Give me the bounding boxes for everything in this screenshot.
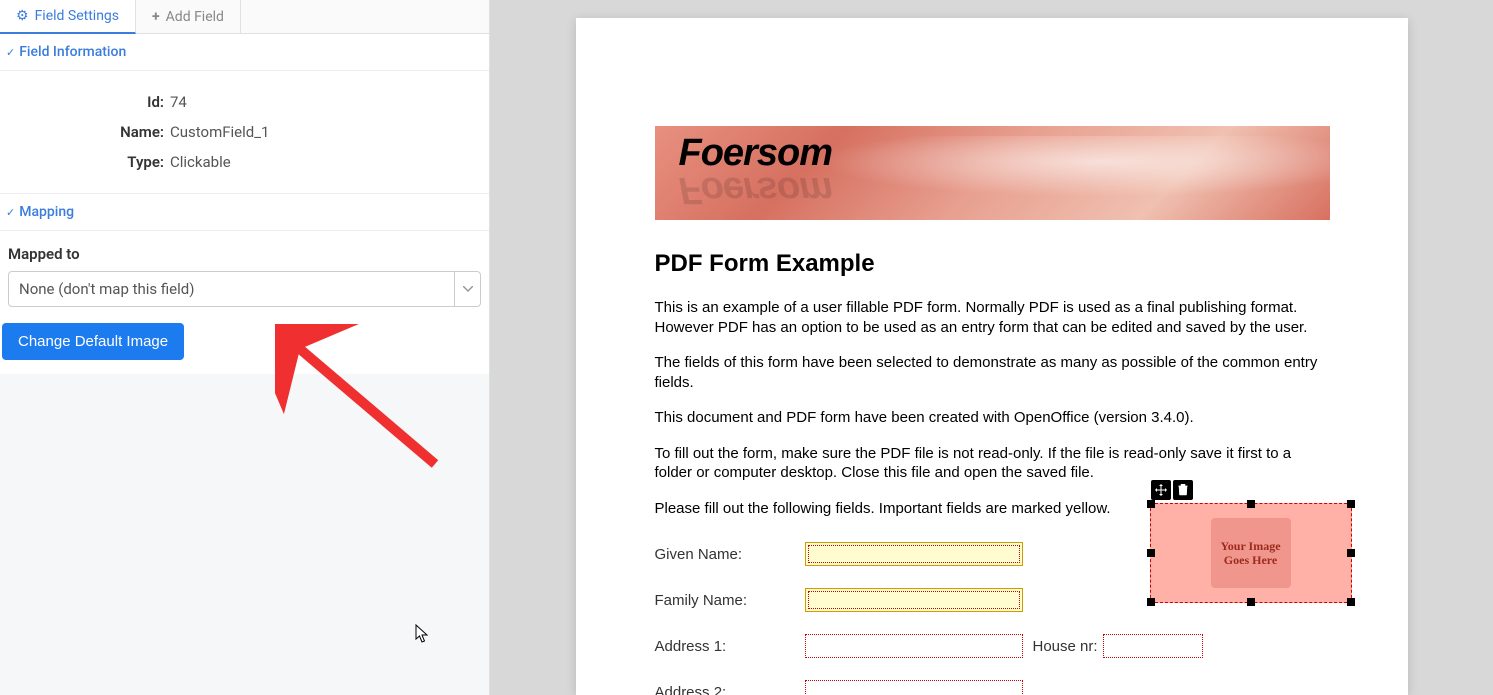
gear-icon [16, 8, 29, 24]
form-label-family-name: Family Name: [655, 592, 805, 609]
pdf-content: PDF Form Example This is an example of a… [576, 220, 1408, 695]
plus-icon [152, 9, 160, 25]
mapping-body: Mapped to None (don't map this field) Ch… [0, 231, 489, 374]
section-header-mapping[interactable]: Mapping [0, 194, 489, 231]
type-label: Type: [20, 153, 170, 171]
address1-field[interactable] [805, 634, 1023, 658]
mapped-to-label: Mapped to [8, 245, 481, 263]
tab-field-settings[interactable]: Field Settings [0, 0, 136, 34]
pdf-paragraph: This is an example of a user fillable PD… [655, 298, 1329, 337]
check-icon [6, 44, 15, 60]
banner-logo: Foersom [679, 132, 832, 175]
sidebar-empty-area [0, 374, 489, 695]
pdf-title: PDF Form Example [655, 250, 1329, 278]
given-name-field[interactable] [805, 542, 1023, 566]
tab-label: Field Settings [35, 8, 119, 24]
placeholder-text-line1: Your Image [1220, 539, 1280, 553]
form-label-address2: Address 2: [655, 684, 805, 695]
form-label-address1: Address 1: [655, 638, 805, 655]
tabs: Field Settings Add Field [0, 0, 489, 34]
family-name-field[interactable] [805, 588, 1023, 612]
delete-button[interactable] [1173, 480, 1193, 500]
name-label: Name: [20, 123, 170, 141]
check-icon [6, 204, 15, 220]
house-nr-field[interactable] [1103, 634, 1203, 658]
move-button[interactable] [1151, 480, 1171, 500]
cursor-icon [415, 624, 431, 649]
field-info-body: Id: 74 Name: CustomField_1 Type: Clickab… [0, 71, 489, 194]
form-label-given-name: Given Name: [655, 546, 805, 563]
pdf-page: Foersom Foersom PDF Form Example This is… [576, 18, 1408, 695]
select-value[interactable]: None (don't map this field) [8, 271, 481, 307]
sidebar: Field Settings Add Field Field Informati… [0, 0, 490, 695]
pdf-banner: Foersom Foersom [655, 126, 1330, 220]
mapped-to-select[interactable]: None (don't map this field) [8, 271, 481, 307]
change-default-image-button[interactable]: Change Default Image [2, 323, 184, 360]
form-label-house-nr: House nr: [1033, 638, 1103, 655]
image-placeholder-field[interactable]: Your Image Goes Here [1150, 503, 1352, 603]
tab-label: Add Field [166, 9, 224, 25]
section-header-field-info[interactable]: Field Information [0, 34, 489, 71]
section-title: Field Information [19, 44, 126, 60]
preview-area[interactable]: Foersom Foersom PDF Form Example This is… [490, 0, 1493, 695]
pdf-paragraph: To fill out the form, make sure the PDF … [655, 444, 1329, 483]
section-title: Mapping [19, 204, 74, 220]
pdf-paragraph: The fields of this form have been select… [655, 353, 1329, 392]
pdf-paragraph: This document and PDF form have been cre… [655, 408, 1329, 428]
id-label: Id: [20, 93, 170, 111]
name-value: CustomField_1 [170, 123, 269, 141]
id-value: 74 [170, 93, 187, 111]
placeholder-text-line2: Goes Here [1224, 553, 1277, 567]
placeholder-toolbar [1151, 480, 1193, 500]
tab-add-field[interactable]: Add Field [136, 0, 241, 33]
address2-field[interactable] [805, 680, 1023, 695]
type-value: Clickable [170, 153, 231, 171]
placeholder-graphic: Your Image Goes Here [1211, 518, 1291, 588]
